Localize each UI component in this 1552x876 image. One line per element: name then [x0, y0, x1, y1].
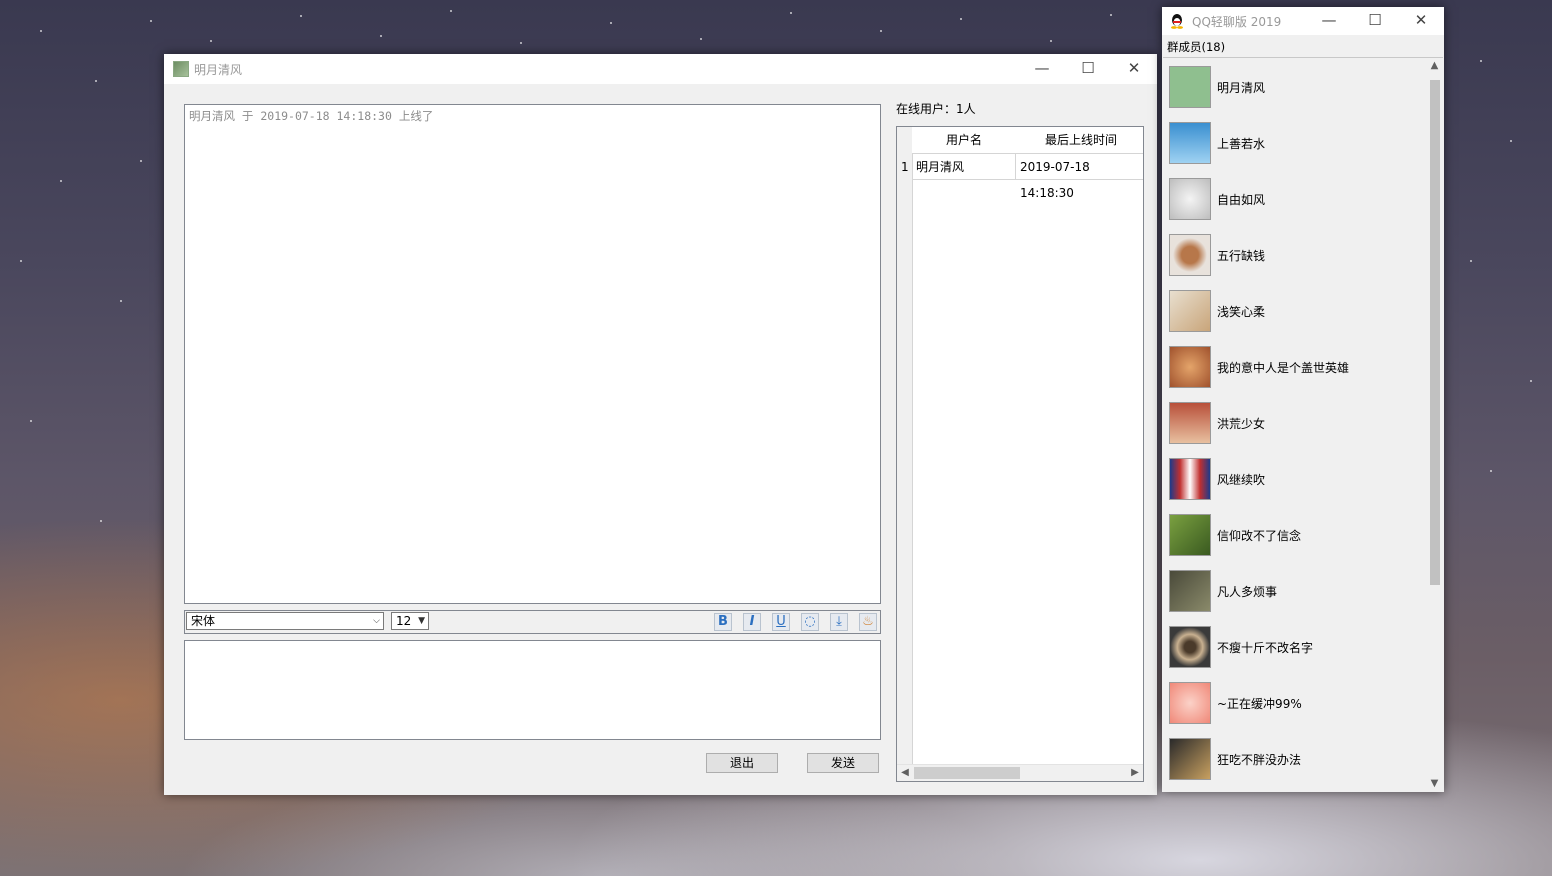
font-family-select[interactable]: 宋体 ⌵: [186, 612, 384, 630]
member-name: 风继续吹: [1217, 473, 1266, 487]
column-header-last-online[interactable]: 最后上线时间: [1016, 127, 1143, 154]
member-name: 五行缺钱: [1217, 249, 1266, 263]
avatar: [1169, 290, 1211, 332]
avatar: [1169, 346, 1211, 388]
online-users-table[interactable]: 用户名 最后上线时间 1 明月清风 2019-07-18 14:18:30 ◀ …: [896, 126, 1144, 782]
members-titlebar[interactable]: QQ轻聊版 2019 — ☐ ✕: [1162, 7, 1444, 35]
scrollbar-thumb[interactable]: [1430, 80, 1440, 585]
minimize-button[interactable]: —: [1306, 7, 1352, 35]
avatar: [1169, 122, 1211, 164]
history-message: 明月清风 于 2019-07-18 14:18:30 上线了: [189, 109, 434, 123]
row-index: 1: [897, 154, 912, 180]
member-name: 上善若水: [1217, 137, 1266, 151]
member-name: 凡人多烦事: [1217, 585, 1278, 599]
avatar: [1169, 234, 1211, 276]
chat-history[interactable]: 明月清风 于 2019-07-18 14:18:30 上线了: [184, 104, 881, 604]
cell-last-online[interactable]: 2019-07-18 14:18:30: [1016, 154, 1143, 200]
member-name: 不瘦十斤不改名字: [1217, 641, 1314, 655]
chat-window: 明月清风 — ☐ ✕ 明月清风 于 2019-07-18 14:18:30 上线…: [164, 54, 1157, 795]
brush-icon: ♨: [862, 614, 874, 629]
column-header-username[interactable]: 用户名: [912, 127, 1017, 154]
color-button[interactable]: ◌: [801, 613, 819, 631]
bold-button[interactable]: B: [714, 613, 732, 631]
chat-titlebar[interactable]: 明月清风 — ☐ ✕: [164, 54, 1157, 84]
chevron-down-icon: ▼: [418, 616, 425, 626]
avatar: [1169, 458, 1211, 500]
palette-icon: ◌: [804, 614, 816, 629]
online-users-label: 在线用户：1人: [896, 102, 976, 116]
avatar: [1169, 402, 1211, 444]
members-list[interactable]: 明月清风 上善若水 自由如风 五行缺钱 浅笑心柔 我的意中人是个盖世英雄 洪荒少…: [1163, 57, 1443, 792]
format-toolbar: 宋体 ⌵ 12 ▼ B I U ◌ ⤓ ♨: [184, 610, 881, 634]
close-button[interactable]: ✕: [1111, 54, 1157, 84]
member-name: 狂吃不胖没办法: [1217, 753, 1302, 767]
exit-button[interactable]: 退出: [706, 753, 778, 773]
font-size-select[interactable]: 12 ▼: [391, 612, 429, 630]
scrollbar-thumb[interactable]: [914, 767, 1020, 779]
font-size-value: 12: [396, 614, 412, 628]
members-count-label: 群成员(18): [1167, 40, 1226, 54]
underline-icon: U: [776, 614, 786, 629]
avatar: [1169, 570, 1211, 612]
member-name: 洪荒少女: [1217, 417, 1266, 431]
horizontal-scrollbar[interactable]: ◀ ▶: [897, 764, 1143, 781]
clear-button[interactable]: ♨: [859, 613, 877, 631]
avatar: [1169, 682, 1211, 724]
minimize-button[interactable]: —: [1019, 54, 1065, 84]
bold-icon: B: [718, 614, 728, 629]
upload-button[interactable]: ⤓: [830, 613, 848, 631]
underline-button[interactable]: U: [772, 613, 790, 631]
message-input[interactable]: [184, 640, 881, 740]
member-name: 浅笑心柔: [1217, 305, 1266, 319]
cell-username[interactable]: 明月清风: [912, 154, 1016, 180]
vertical-scrollbar[interactable]: ▲ ▼: [1426, 58, 1443, 792]
scroll-left-icon[interactable]: ◀: [897, 765, 913, 781]
chevron-down-icon: ⌵: [373, 616, 380, 626]
row-header-column: [897, 127, 913, 765]
download-icon: ⤓: [836, 614, 842, 629]
members-title: QQ轻聊版 2019: [1192, 15, 1282, 29]
avatar: [1169, 738, 1211, 780]
member-name: 自由如风: [1217, 193, 1266, 207]
close-button[interactable]: ✕: [1398, 7, 1444, 35]
maximize-button[interactable]: ☐: [1065, 54, 1111, 84]
avatar: [1169, 514, 1211, 556]
avatar: [1169, 66, 1211, 108]
italic-icon: I: [749, 614, 755, 629]
font-family-value: 宋体: [191, 614, 216, 628]
member-name: 信仰改不了信念: [1217, 529, 1302, 543]
avatar: [1169, 178, 1211, 220]
scroll-up-icon[interactable]: ▲: [1426, 58, 1443, 74]
send-button[interactable]: 发送: [807, 753, 879, 773]
italic-button[interactable]: I: [743, 613, 761, 631]
member-name: 我的意中人是个盖世英雄: [1217, 361, 1350, 375]
members-window: QQ轻聊版 2019 — ☐ ✕ 群成员(18) 明月清风 上善若水 自由如风 …: [1162, 7, 1444, 792]
app-avatar-icon: [173, 61, 189, 77]
scroll-right-icon[interactable]: ▶: [1127, 765, 1143, 781]
maximize-button[interactable]: ☐: [1352, 7, 1398, 35]
member-name: ~正在缓冲99%: [1217, 697, 1302, 711]
member-name: 明月清风: [1217, 81, 1266, 95]
avatar: [1169, 626, 1211, 668]
chat-title: 明月清风: [194, 63, 243, 77]
scroll-down-icon[interactable]: ▼: [1426, 776, 1443, 792]
qq-penguin-icon: [1171, 14, 1183, 29]
